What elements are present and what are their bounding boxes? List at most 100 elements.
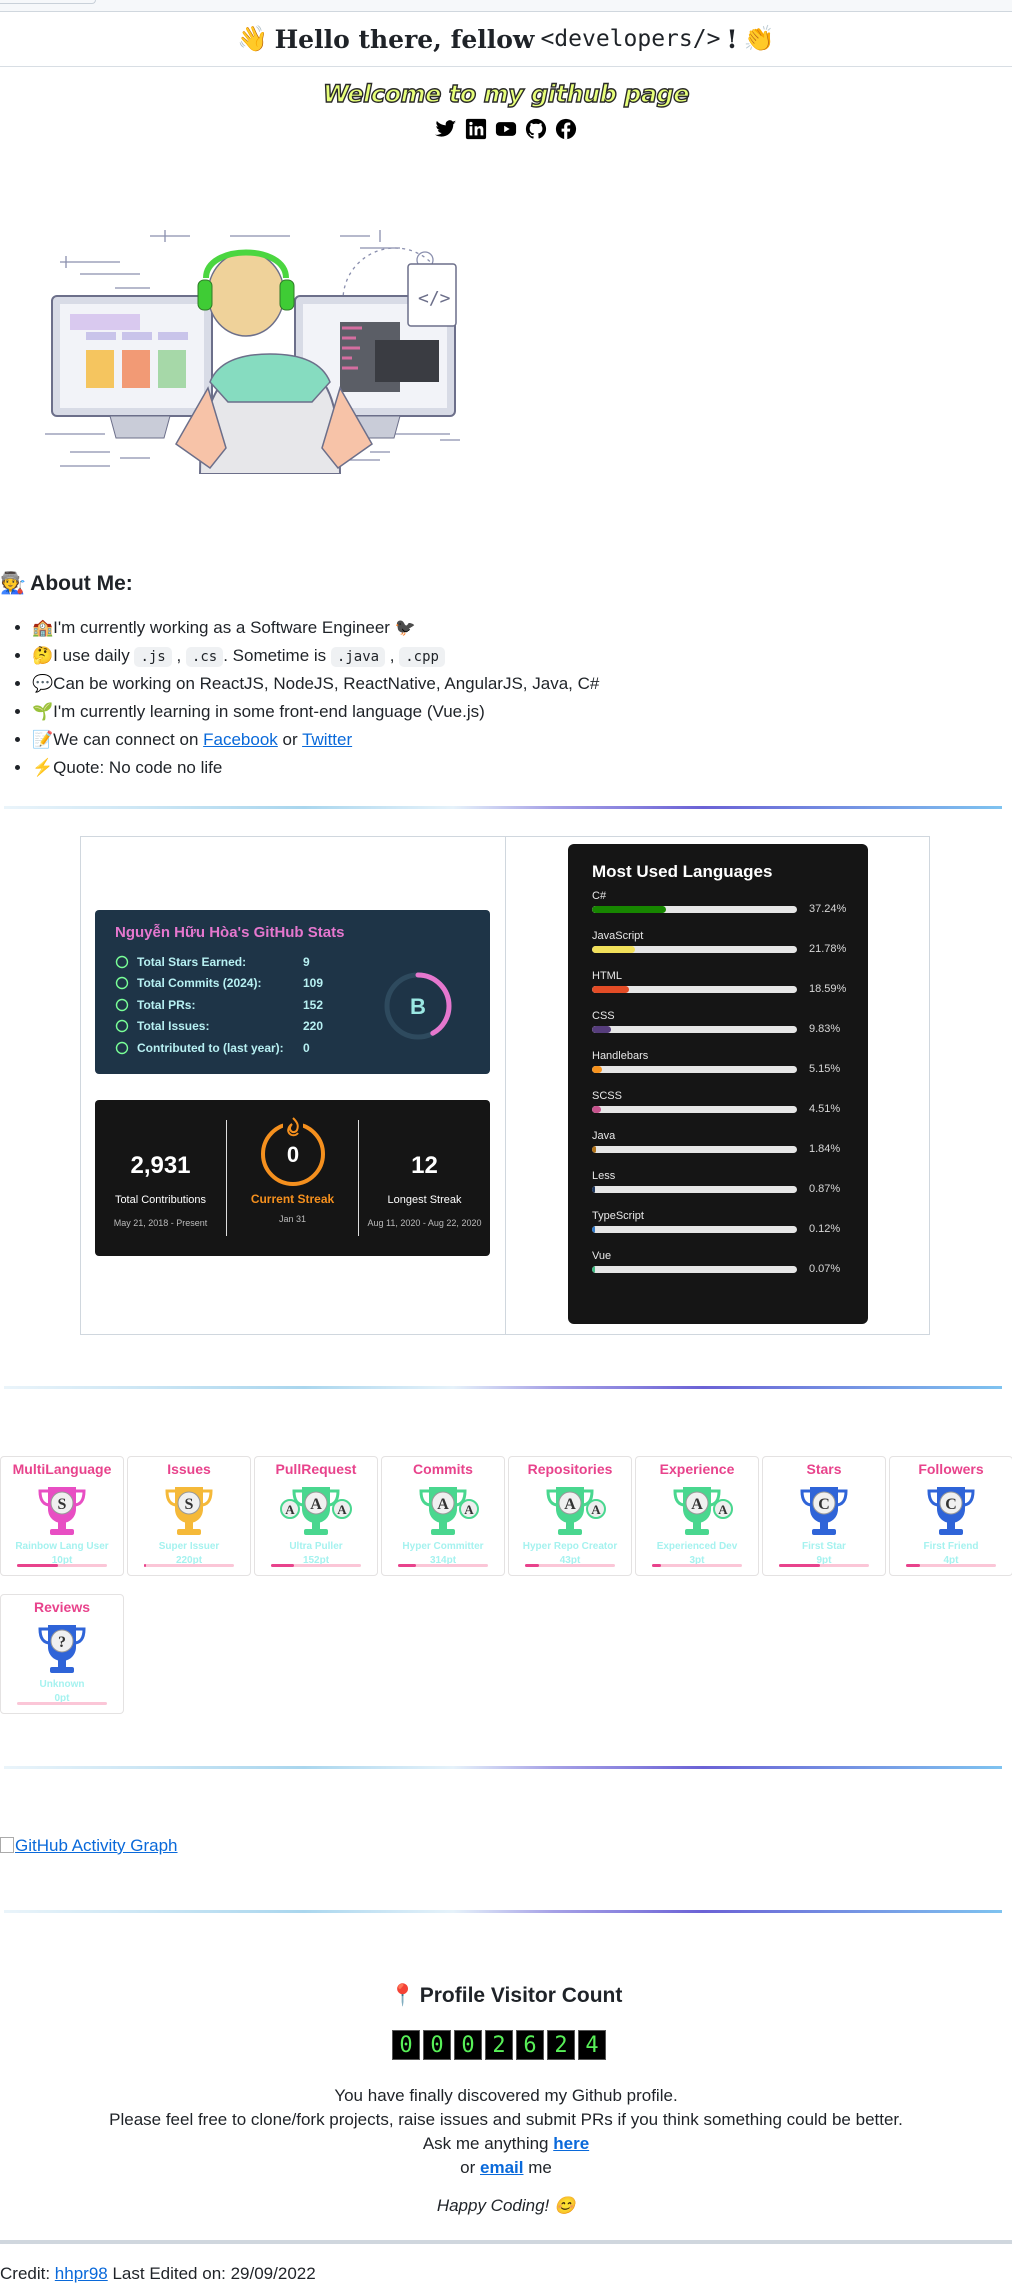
language-row: Less 0.87% <box>592 1170 844 1210</box>
language-bar <box>592 1146 797 1153</box>
grade-ring: B <box>384 972 452 1040</box>
email-link[interactable]: email <box>480 2158 523 2177</box>
language-bar-fill <box>592 1146 596 1153</box>
longest-value: 12 <box>411 1152 438 1179</box>
trophy-progress <box>398 1564 488 1567</box>
language-percent: 1.84% <box>809 1143 841 1155</box>
divider <box>4 1386 1002 1389</box>
language-percent: 0.87% <box>809 1183 841 1195</box>
info-icon <box>115 1019 129 1033</box>
svg-text:A: A <box>591 1502 601 1517</box>
activity-graph-link[interactable]: GitHub Activity Graph <box>0 1836 178 1856</box>
closing-line: Ask me anything here <box>0 2132 1012 2156</box>
language-bar <box>592 906 797 913</box>
closing-text-part: me <box>523 2158 552 2177</box>
current-label: Current Streak <box>250 1192 335 1206</box>
facebook-icon[interactable] <box>555 118 577 140</box>
closing-text: You have finally discovered my Github pr… <box>0 2084 1012 2218</box>
language-percent: 37.24% <box>809 903 847 915</box>
svg-text:A: A <box>310 1496 322 1513</box>
linkedin-icon[interactable] <box>465 118 487 140</box>
closing-text-part: Ask me anything <box>422 2134 554 2153</box>
star-icon <box>115 955 129 969</box>
credit-label: Credit: <box>0 2264 55 2283</box>
language-bar <box>592 1026 797 1033</box>
longest-streak: 12 Longest Streak Aug 11, 2020 - Aug 22,… <box>359 1100 490 1256</box>
here-link[interactable]: here <box>553 2134 589 2153</box>
trophy-rank-name: Hyper Repo Creator <box>522 1541 618 1552</box>
trophy-cup-icon: AA <box>673 1487 733 1535</box>
language-row: Handlebars 5.15% <box>592 1050 844 1090</box>
trophy-title: MultiLanguage <box>12 1461 112 1477</box>
item-text: I'm currently working as a Software Engi… <box>53 618 390 637</box>
counter-digit: 0 <box>454 2030 482 2060</box>
twitter-link[interactable]: Twitter <box>302 730 352 749</box>
language-percent: 0.07% <box>809 1263 841 1275</box>
svg-text:A: A <box>337 1502 347 1517</box>
worker-emoji: 🧑‍🏭 <box>0 572 27 595</box>
trophy-rank-name: Rainbow Lang User <box>15 1541 109 1552</box>
trophy-cup-icon: S <box>38 1487 86 1535</box>
trophy-cup-icon: AA <box>546 1487 606 1535</box>
fire-ring-icon: 0 <box>260 1116 325 1186</box>
stat-value: 152 <box>303 997 324 1012</box>
list-item: 🤔I use daily .js , .cs. Sometime is .jav… <box>32 642 732 670</box>
github-icon[interactable] <box>525 118 547 140</box>
closing-text-part: or <box>460 2158 480 2177</box>
zap-emoji: ⚡ <box>32 758 54 777</box>
counter-digit: 6 <box>516 2030 544 2060</box>
counter-digit: 4 <box>578 2030 606 2060</box>
language-bar-fill <box>592 1226 596 1233</box>
languages-title: Most Used Languages <box>592 862 773 881</box>
trophy-progress-fill <box>906 1564 920 1567</box>
language-name: Java <box>592 1130 616 1142</box>
about-list: 🏫I'm currently working as a Software Eng… <box>32 614 732 782</box>
item-text: I use daily <box>53 646 135 665</box>
credit-line: Credit: hhpr98 Last Edited on: 29/09/202… <box>0 2264 316 2284</box>
language-percent: 9.83% <box>809 1023 841 1035</box>
trophy-progress <box>906 1564 996 1567</box>
language-row: Java 1.84% <box>592 1130 844 1170</box>
language-row: TypeScript 0.12% <box>592 1210 844 1250</box>
bird-icon: 🐦‍⬛ <box>394 618 416 637</box>
trophy-progress <box>17 1702 107 1705</box>
trophy-progress-fill <box>525 1564 539 1567</box>
grade-letter: B <box>410 994 426 1019</box>
list-item: 🏫I'm currently working as a Software Eng… <box>32 614 732 642</box>
total-range: May 21, 2018 - Present <box>113 1218 208 1228</box>
svg-text:S: S <box>58 1496 67 1513</box>
title-suffix: ! <box>726 24 738 54</box>
footer-rule <box>0 2240 1012 2244</box>
longest-range: Aug 11, 2020 - Aug 22, 2020 <box>367 1218 482 1228</box>
credit-link[interactable]: hhpr98 <box>55 2264 108 2283</box>
stat-label: Total Stars Earned: <box>137 954 247 969</box>
trophy-rank-name: Super Issuer <box>158 1541 220 1552</box>
language-bar <box>592 1066 797 1073</box>
item-text: Quote: No code no life <box>53 758 223 777</box>
language-row: HTML 18.59% <box>592 970 846 1010</box>
seedling-emoji: 🌱 <box>32 702 54 721</box>
language-bar-fill <box>592 1066 603 1073</box>
stat-label: Total Issues: <box>137 1019 210 1034</box>
trophy-title: PullRequest <box>275 1461 357 1477</box>
speech-emoji: 💬 <box>32 674 54 693</box>
trophy-progress <box>271 1564 361 1567</box>
twitter-icon[interactable] <box>435 118 457 140</box>
language-bar <box>592 986 797 993</box>
facebook-link[interactable]: Facebook <box>203 730 278 749</box>
about-title: 🧑‍🏭 About Me: <box>0 572 133 596</box>
svg-text:A: A <box>437 1496 449 1513</box>
trophy-cup-icon: C <box>927 1487 975 1535</box>
code-cpp: .cpp <box>399 647 445 667</box>
languages-card: Most Used Languages C# 37.24% JavaScript 21… <box>568 844 868 1324</box>
svg-text:A: A <box>718 1502 728 1517</box>
last-edited: Last Edited on: 29/09/2022 <box>107 2264 316 2283</box>
youtube-icon[interactable] <box>495 118 517 140</box>
svg-text:</>: </> <box>418 288 451 309</box>
school-emoji: 🏫 <box>32 618 54 637</box>
trophy-progress-fill <box>398 1564 416 1567</box>
language-bar <box>592 1186 797 1193</box>
visitor-heading: Profile Visitor Count <box>419 1984 623 2007</box>
trophy-progress-fill <box>144 1564 146 1567</box>
stats-title: Nguyễn Hữu Hòa's GitHub Stats <box>115 924 345 941</box>
